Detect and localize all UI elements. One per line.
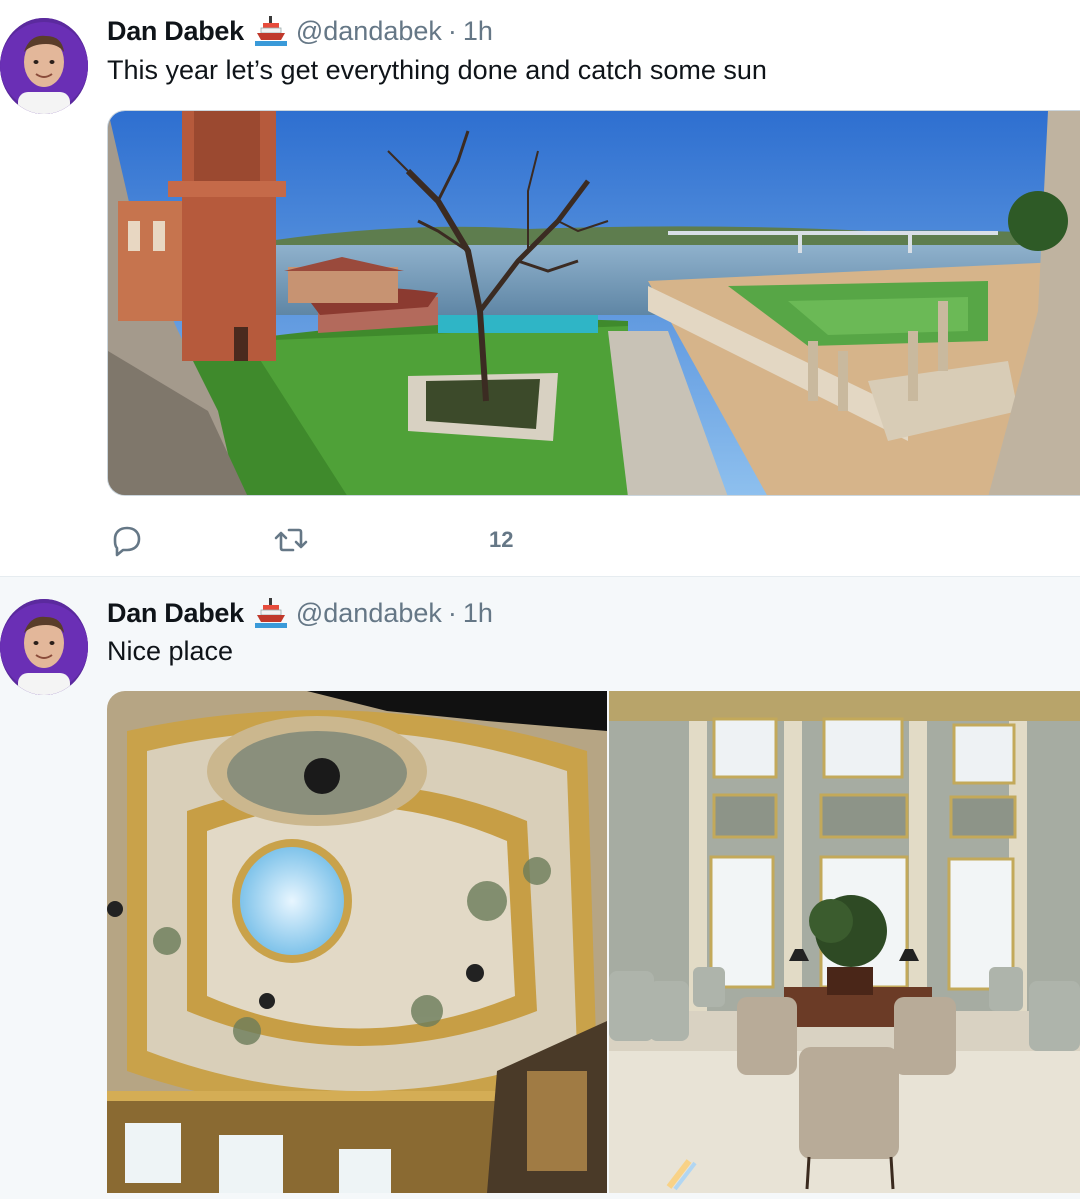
reply-icon [113,526,141,557]
tweet-actions: 12 [107,520,513,560]
retweet-button[interactable] [271,520,311,560]
separator-dot: · [447,597,457,628]
tweet-text: This year let’s get everything done and … [107,55,767,85]
timestamp[interactable]: 1h [463,16,493,47]
tweet-photo-grid [107,691,1080,1193]
author-name[interactable]: Dan Dabek [107,16,244,47]
tweet-text: Nice place [107,636,234,666]
tweet-header: Dan Dabek @dandabek · 1h [107,14,493,48]
avatar-image [0,18,88,114]
tweet[interactable]: Dan Dabek @dandabek · 1h This year let’s… [0,0,1080,577]
author-name[interactable]: Dan Dabek [107,598,244,629]
author-handle[interactable]: @dandabek [296,598,442,629]
avatar[interactable] [0,18,88,114]
timestamp[interactable]: 1h [463,598,493,629]
reply-button[interactable] [107,520,147,560]
grand-lounge-interior-photo [609,691,1080,1193]
tweet-photo[interactable] [107,110,1080,496]
retweet-icon [274,528,308,552]
avatar[interactable] [0,599,88,695]
tweet-photo[interactable] [609,691,1080,1193]
tweet-photo[interactable] [107,691,607,1193]
tweet[interactable]: Dan Dabek @dandabek · 1h Nice place [0,577,1080,1199]
author-handle[interactable]: @dandabek [296,16,442,47]
panorama-garden-river-photo [108,111,1080,495]
tweet-header: Dan Dabek @dandabek · 1h [107,596,493,630]
ornate-ceiling-skylight-photo [107,691,607,1193]
like-count[interactable]: 12 [489,527,513,553]
ship-emoji-icon [254,596,288,630]
ship-emoji-icon [254,14,288,48]
separator-dot: · [447,15,457,46]
avatar-image [0,599,88,695]
